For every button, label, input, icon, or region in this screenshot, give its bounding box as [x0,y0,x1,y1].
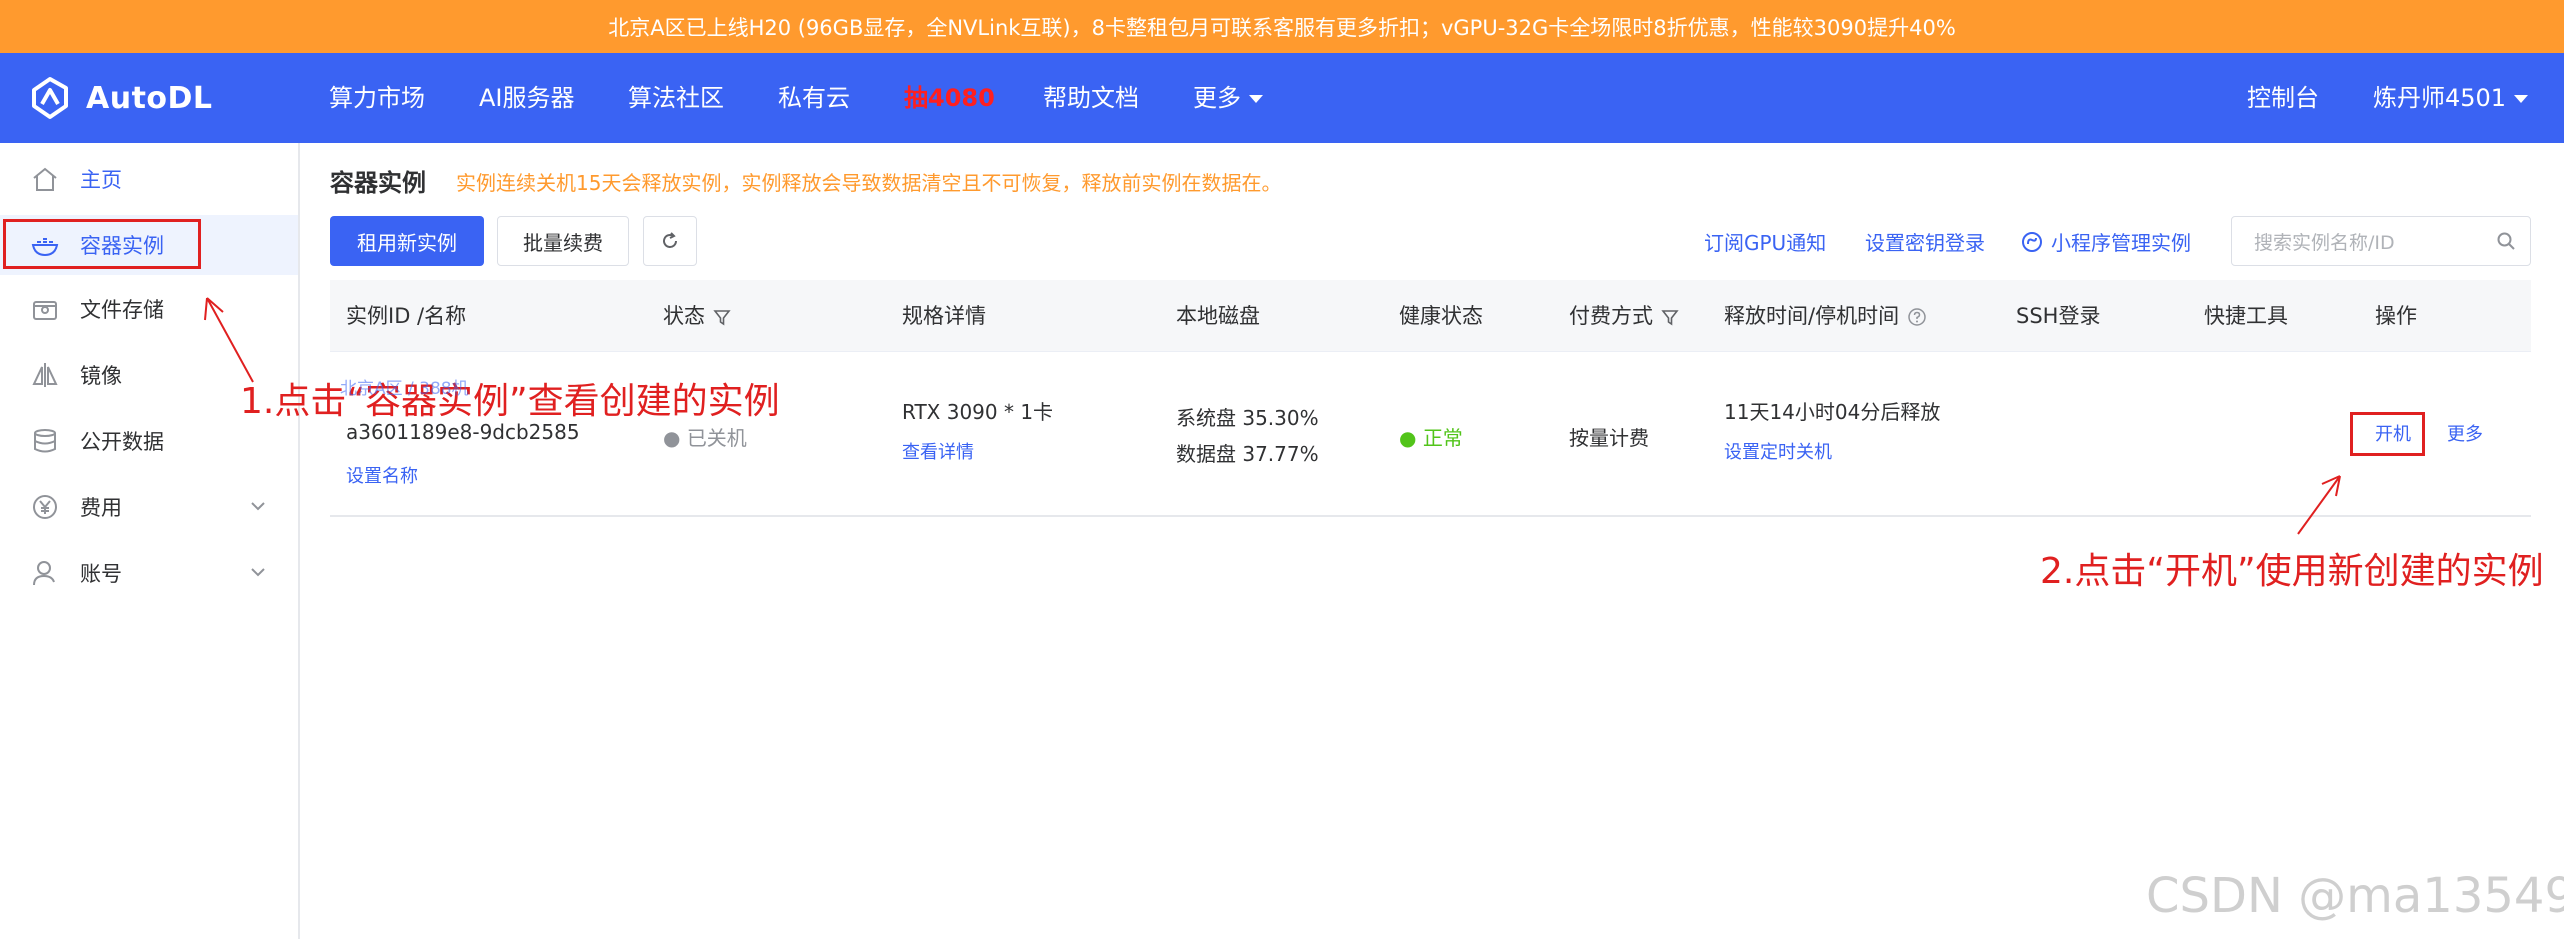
data-disk-usage: 数据盘 37.77% [1176,442,1319,466]
search-icon [2497,232,2515,250]
chevron-down-icon [2514,95,2529,103]
banner-text: 北京A区已上线H20 (96GB显存，全NVLink互联)，8卡整租包月可联系客… [608,15,1956,40]
instance-spec: RTX 3090 * 1卡 [902,400,1054,424]
nav-item-ai-server[interactable]: AI服务器 [479,53,575,143]
user-name: 炼丹师4501 [2373,84,2507,112]
sidebar-item-label: 费用 [80,496,122,520]
filter-icon [1661,310,1679,326]
col-tools: 快捷工具 [2204,304,2288,328]
sidebar-item-billing[interactable]: 费用 [0,477,298,537]
col-health: 健康状态 [1399,304,1483,328]
refresh-icon [663,232,677,248]
announcement-banner[interactable]: 北京A区已上线H20 (96GB显存，全NVLink互联)，8卡整租包月可联系客… [0,0,2564,53]
home-icon [33,167,57,191]
annotation-box-start [2350,412,2425,456]
billing-method: 按量计费 [1569,426,1649,450]
batch-renew-label: 批量续费 [523,230,603,255]
view-spec-detail-link[interactable]: 查看详情 [902,438,974,464]
user-menu[interactable]: 炼丹师4501 [2373,53,2529,143]
col-status-label: 状态 [663,304,705,328]
table-header: 实例ID /名称 状态 规格详情 本地磁盘 健康状态 付费方式 释放时间/停机时… [330,280,2531,352]
sidebar-item-label: 主页 [80,168,122,192]
filter-icon [713,310,731,326]
instance-status: ● 已关机 [663,422,747,451]
top-navbar: AutoDL 算力市场 AI服务器 算法社区 私有云 抽4080 帮助文档 更多… [0,53,2564,143]
nav-item-private-cloud[interactable]: 私有云 [778,53,850,143]
instance-id: a3601189e8-9dcb2585 [346,420,580,444]
col-release-time: 释放时间/停机时间 [1724,280,1927,352]
annotation-step2: 2.点击“开机”使用新创建的实例 [2040,551,2544,592]
chevron-down-icon [251,568,265,577]
chevron-down-icon [251,502,265,511]
col-spec: 规格详情 [902,304,986,328]
mini-program-icon [2022,232,2042,252]
set-key-login-link[interactable]: 设置密钥登录 [1865,227,1985,256]
rent-new-instance-button[interactable]: 租用新实例 [330,216,484,266]
col-disk: 本地磁盘 [1176,304,1260,328]
nav-item-more[interactable]: 更多 [1193,53,1263,143]
health-dot-icon: ● [1399,426,1423,450]
nav-item-community[interactable]: 算法社区 [628,53,724,143]
set-scheduled-shutdown-link[interactable]: 设置定时关机 [1724,438,1832,464]
release-notice: 实例连续关机15天会释放实例，实例释放会导致数据清空且不可恢复，释放前实例在数据… [456,171,1282,195]
table-row: 北京A区 / 388机 a3601189e8-9dcb2585 设置名称 ● 已… [330,352,2531,517]
col-status[interactable]: 状态 [663,280,731,352]
col-billing-label: 付费方式 [1569,304,1653,328]
storage-icon [33,301,57,320]
col-instance-id: 实例ID /名称 [346,304,467,328]
release-countdown: 11天14小时04分后释放 [1724,400,1941,424]
set-name-link[interactable]: 设置名称 [346,462,418,488]
sidebar-item-home[interactable]: 主页 [0,149,298,209]
col-billing[interactable]: 付费方式 [1569,280,1679,352]
instance-region: 北京A区 / 388机 [340,379,469,399]
yen-icon [33,495,57,519]
subscribe-gpu-link[interactable]: 订阅GPU通知 [1704,227,1826,256]
batch-renew-button[interactable]: 批量续费 [497,216,629,266]
rent-new-instance-label: 租用新实例 [357,230,457,255]
nav-item-market[interactable]: 算力市场 [329,53,425,143]
nav-more-label: 更多 [1193,84,1241,112]
health-label: 正常 [1422,426,1463,450]
brand-name: AutoDL [86,80,213,116]
sidebar-item-label: 公开数据 [80,430,164,454]
mini-program-link[interactable]: 小程序管理实例 [2021,227,2191,256]
console-link[interactable]: 控制台 [2247,53,2319,143]
help-icon [1908,308,1926,326]
col-ssh: SSH登录 [2016,304,2101,328]
mirror-icon [32,363,58,387]
sidebar-item-account[interactable]: 账号 [0,543,298,603]
database-icon [34,429,56,453]
sidebar-item-label: 文件存储 [80,298,164,322]
search-input[interactable]: 搜索实例名称/ID [2231,216,2531,266]
nav-item-help-docs[interactable]: 帮助文档 [1043,53,1139,143]
page-title: 容器实例 [330,169,426,197]
chevron-down-icon [1249,95,1263,103]
search-placeholder: 搜索实例名称/ID [2254,231,2395,254]
user-icon [33,561,55,586]
annotation-arrow-icon [2297,475,2341,535]
status-dot-icon: ● [663,426,687,450]
autodl-logo-icon [32,77,68,119]
col-release-time-label: 释放时间/停机时间 [1724,304,1900,328]
watermark: CSDN @ma13549 [2146,868,2564,924]
nav-item-lottery[interactable]: 抽4080 [904,53,995,143]
more-actions-link[interactable]: 更多 [2447,420,2483,446]
sidebar-item-label: 账号 [80,562,122,586]
status-label: 已关机 [686,426,747,450]
refresh-button[interactable] [643,216,697,266]
brand-logo[interactable]: AutoDL [28,75,213,121]
mini-program-label: 小程序管理实例 [2051,231,2191,255]
health-status: ● 正常 [1399,422,1463,451]
annotation-box-instances [3,219,201,269]
col-actions: 操作 [2375,304,2417,328]
system-disk-usage: 系统盘 35.30% [1176,406,1319,430]
sidebar-item-label: 镜像 [80,364,122,388]
